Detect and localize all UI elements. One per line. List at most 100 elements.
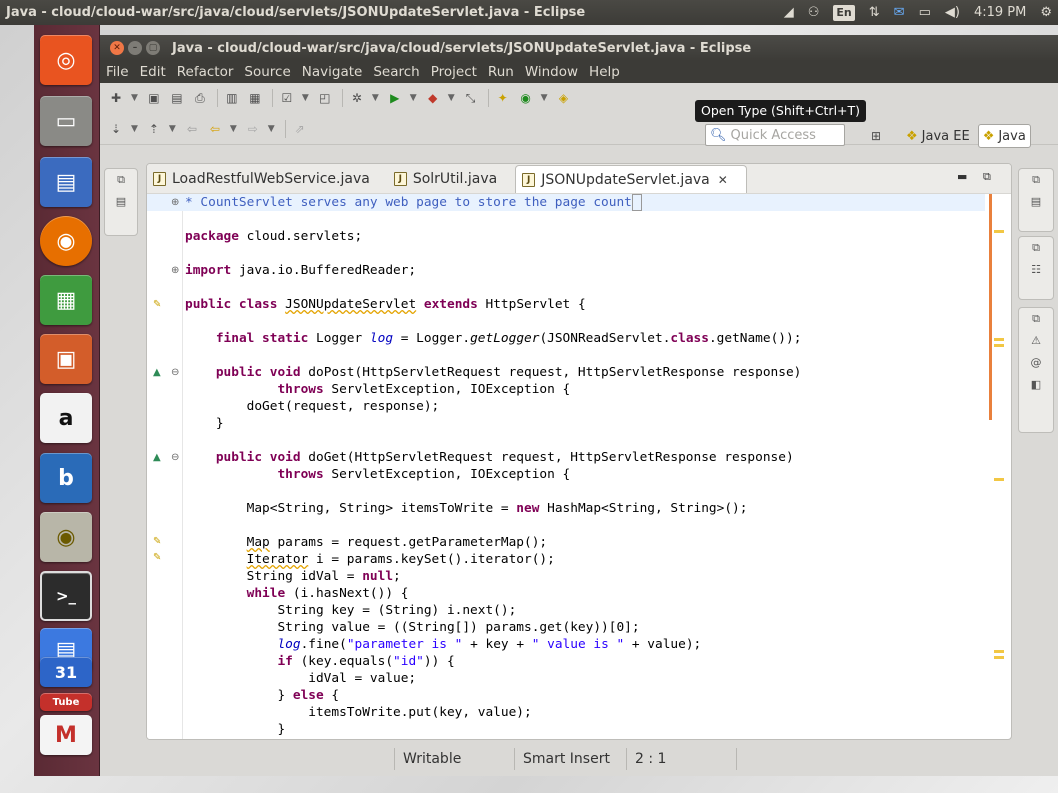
collapse-fold-icon[interactable]: ⊖ <box>171 367 179 378</box>
new-wizard-icon[interactable]: ◰ <box>317 90 333 106</box>
banshee-icon[interactable]: b <box>40 453 92 503</box>
open-type-icon[interactable]: ◈ <box>556 90 572 106</box>
quick-access-field[interactable]: 🔍︎ Quick Access <box>705 124 845 146</box>
menu-window[interactable]: Window <box>525 64 578 80</box>
document-viewer-icon[interactable]: ▤ <box>40 157 92 207</box>
maximize-editor-icon[interactable]: ⧉ <box>983 170 991 184</box>
accessibility-icon[interactable]: ⚇ <box>808 0 820 25</box>
chevron-down-icon[interactable]: ▼ <box>268 124 275 134</box>
close-window-button[interactable]: ✕ <box>110 41 124 55</box>
minimize-window-button[interactable]: – <box>128 41 142 55</box>
save-all-icon[interactable]: ▤ <box>169 90 185 106</box>
restore-icon[interactable]: ⧉ <box>1019 169 1053 191</box>
chevron-down-icon[interactable]: ▼ <box>448 93 455 103</box>
chevron-down-icon[interactable]: ▼ <box>131 93 138 103</box>
last-edit-location-icon[interactable]: ⇦ <box>184 121 200 137</box>
outline-icon[interactable]: ☷ <box>1019 259 1053 281</box>
amazon-icon[interactable]: a <box>40 393 92 443</box>
menu-file[interactable]: File <box>106 64 129 80</box>
transfer-icon[interactable]: ⇅ <box>869 0 880 25</box>
warning-icon[interactable]: ✎ <box>153 552 161 563</box>
chevron-down-icon[interactable]: ▼ <box>230 124 237 134</box>
menu-refactor[interactable]: Refactor <box>177 64 234 80</box>
youtube-icon[interactable]: Tube <box>40 693 92 711</box>
next-annotation-icon[interactable]: ⇣ <box>108 121 124 137</box>
volume-icon[interactable]: ◀) <box>945 0 960 25</box>
warning-icon[interactable]: ✎ <box>153 299 161 310</box>
external-tools-icon[interactable]: ◆ <box>425 90 441 106</box>
clock[interactable]: 4:19 PM <box>974 0 1026 25</box>
print-icon[interactable]: ⎙ <box>192 90 208 106</box>
minimize-editor-icon[interactable]: ▬ <box>957 170 967 183</box>
chevron-down-icon[interactable]: ▼ <box>169 124 176 134</box>
save-icon[interactable]: ▣ <box>146 90 162 106</box>
task-list-icon[interactable]: ▤ <box>1019 191 1053 213</box>
back-icon[interactable]: ⇦ <box>207 121 223 137</box>
chevron-down-icon[interactable]: ▼ <box>131 124 138 134</box>
gmail-icon[interactable]: M <box>40 715 92 755</box>
maximize-window-button[interactable]: ▢ <box>146 41 160 55</box>
overview-warning-mark[interactable] <box>994 230 1004 233</box>
problems-icon[interactable]: ⚠ <box>1019 330 1053 352</box>
new-java-package-icon[interactable]: ✦ <box>495 90 511 106</box>
new-icon[interactable]: ✚ <box>108 90 124 106</box>
firefox-icon[interactable]: ◉ <box>40 216 92 266</box>
skip-breakpoints-icon[interactable]: ⤡ <box>463 90 479 106</box>
chevron-down-icon[interactable]: ▼ <box>302 93 309 103</box>
publish-icon[interactable]: ▦ <box>247 90 263 106</box>
tab-load-restful-web-service[interactable]: J LoadRestfulWebService.java <box>147 165 388 193</box>
warning-icon[interactable]: ✎ <box>153 536 161 547</box>
calendar-icon[interactable]: 31 <box>40 657 92 687</box>
menu-navigate[interactable]: Navigate <box>302 64 363 80</box>
close-tab-icon[interactable]: ✕ <box>718 173 728 187</box>
chevron-down-icon[interactable]: ▼ <box>541 93 548 103</box>
package-explorer-icon[interactable]: ▤ <box>105 191 137 213</box>
debug-icon[interactable]: ✲ <box>349 90 365 106</box>
forward-icon[interactable]: ⇨ <box>245 121 261 137</box>
server-icon[interactable]: ▥ <box>224 90 240 106</box>
tab-solr-util[interactable]: J SolrUtil.java <box>388 165 515 193</box>
chevron-down-icon[interactable]: ▼ <box>410 93 417 103</box>
menu-edit[interactable]: Edit <box>140 64 166 80</box>
code-area[interactable]: ⊕ ⊕ ✎ ▲ ⊖ ▲ ⊖ ✎ ✎ * CountServlet serves … <box>147 194 1011 739</box>
files-icon[interactable]: ▭ <box>40 96 92 146</box>
ubuntu-dash-icon[interactable]: ◎ <box>40 35 92 85</box>
perspective-java-ee[interactable]: ❖ Java EE <box>902 124 974 148</box>
expand-fold-icon[interactable]: ⊕ <box>171 265 179 276</box>
overview-warning-mark[interactable] <box>994 656 1004 659</box>
menu-project[interactable]: Project <box>431 64 477 80</box>
menu-source[interactable]: Source <box>244 64 290 80</box>
perspective-java[interactable]: ❖ Java <box>977 124 1031 148</box>
overview-warning-mark[interactable] <box>994 650 1004 653</box>
previous-annotation-icon[interactable]: ⇡ <box>146 121 162 137</box>
overview-warning-mark[interactable] <box>994 478 1004 481</box>
settings-icon[interactable]: ⚙ <box>1040 0 1052 25</box>
javadoc-icon[interactable]: @ <box>1019 352 1053 374</box>
new-java-class-icon[interactable]: ◉ <box>518 90 534 106</box>
chevron-down-icon[interactable]: ▼ <box>372 93 379 103</box>
restore-icon[interactable]: ⧉ <box>105 169 137 191</box>
rhythmbox-icon[interactable]: ◉ <box>40 512 92 562</box>
menu-run[interactable]: Run <box>488 64 514 80</box>
libreoffice-calc-icon[interactable]: ▦ <box>40 275 92 325</box>
menu-search[interactable]: Search <box>373 64 419 80</box>
run-icon[interactable]: ▶ <box>387 90 403 106</box>
battery-icon[interactable]: ▭ <box>919 0 931 25</box>
menu-help[interactable]: Help <box>589 64 620 80</box>
pin-editor-icon[interactable]: ⇗ <box>292 121 308 137</box>
checkbox-icon[interactable]: ☑ <box>279 90 295 106</box>
expand-fold-icon[interactable]: ⊕ <box>171 197 179 208</box>
keyboard-layout-indicator[interactable]: En <box>833 4 855 21</box>
overview-warning-mark[interactable] <box>994 344 1004 347</box>
libreoffice-impress-icon[interactable]: ▣ <box>40 334 92 384</box>
overview-warning-mark[interactable] <box>994 338 1004 341</box>
collapse-fold-icon[interactable]: ⊖ <box>171 452 179 463</box>
restore-icon[interactable]: ⧉ <box>1019 237 1053 259</box>
restore-icon[interactable]: ⧉ <box>1019 308 1053 330</box>
mail-icon[interactable]: ✉ <box>894 0 905 25</box>
declaration-icon[interactable]: ◧ <box>1019 374 1053 396</box>
open-perspective-button[interactable]: ⊞ <box>868 124 891 148</box>
tab-json-update-servlet[interactable]: J JSONUpdateServlet.java ✕ <box>515 165 747 193</box>
terminal-icon[interactable]: >_ <box>40 571 92 621</box>
network-icon[interactable]: ◢ <box>784 0 794 25</box>
